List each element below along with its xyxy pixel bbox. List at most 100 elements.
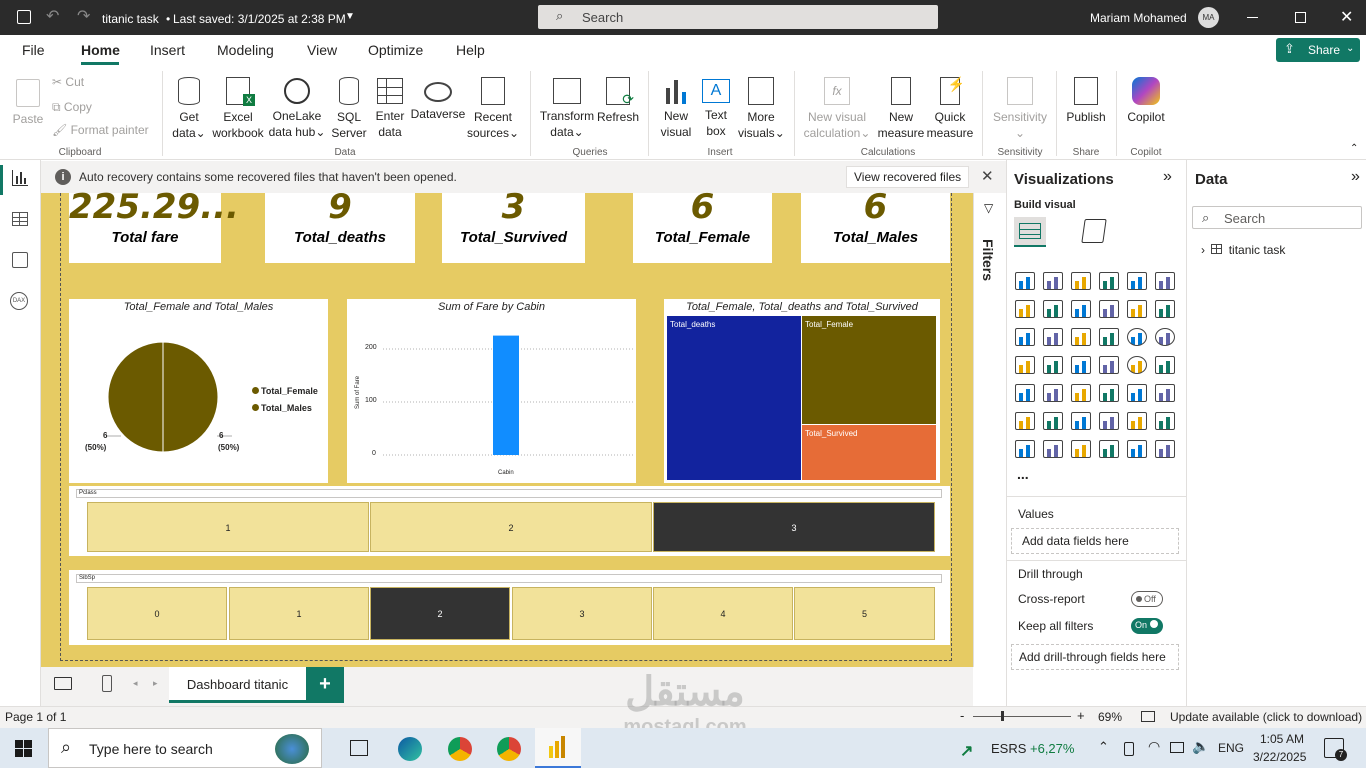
text-box-button[interactable]: A Text box xyxy=(698,73,734,139)
power-automate-visual-icon[interactable] xyxy=(1127,440,1147,458)
menu-help[interactable]: Help xyxy=(456,42,485,58)
recent-sources-button[interactable]: Recent sources⌄ xyxy=(466,73,520,141)
slicer-item-selected[interactable]: 2 xyxy=(370,587,510,640)
collapse-ribbon-icon[interactable]: ⌃ xyxy=(1350,143,1358,154)
excel-workbook-button[interactable]: X Excel workbook xyxy=(210,73,266,141)
model-view-icon[interactable] xyxy=(12,252,28,268)
sensitivity-button[interactable]: Sensitivity ⌄ xyxy=(990,73,1050,141)
get-data-button[interactable]: Get data⌄ xyxy=(170,73,208,141)
fit-to-page-icon[interactable] xyxy=(1141,711,1155,722)
zoom-out-button[interactable]: - xyxy=(960,708,964,723)
kpi-card-total-deaths[interactable]: 9 Total_deaths xyxy=(265,189,415,263)
pie-visual-icon[interactable] xyxy=(1127,328,1147,346)
clustered-column-visual-icon[interactable] xyxy=(1099,272,1119,290)
avatar[interactable]: MA xyxy=(1198,7,1219,28)
key-influencers-visual-icon[interactable] xyxy=(1043,412,1063,430)
cross-report-toggle[interactable]: Off xyxy=(1131,591,1163,607)
stock-change[interactable]: +6,27% xyxy=(1030,741,1074,756)
dax-query-view-icon[interactable]: DAX xyxy=(10,292,28,310)
cut-button[interactable]: ✂ Cut xyxy=(52,75,84,89)
collapse-pane-icon[interactable]: » xyxy=(1351,168,1360,186)
gauge-visual-icon[interactable] xyxy=(1127,356,1147,374)
treemap-visual[interactable]: Total_Female, Total_deaths and Total_Sur… xyxy=(664,299,940,483)
enter-data-button[interactable]: Enter data xyxy=(372,73,408,140)
zoom-in-button[interactable]: + xyxy=(1077,708,1085,723)
pie-slice-total-males[interactable] xyxy=(107,341,164,453)
wifi-icon[interactable]: ◠ xyxy=(1148,738,1160,755)
card-visual-icon[interactable] xyxy=(1155,356,1175,374)
treemap-tile-total-deaths[interactable]: Total_deaths xyxy=(667,316,801,480)
paginated-report-visual-icon[interactable] xyxy=(1155,412,1175,430)
more-visual-icon[interactable] xyxy=(1155,440,1175,458)
map-visual-icon[interactable] xyxy=(1043,356,1063,374)
kpi-card-total-survived[interactable]: 3 Total_Survived xyxy=(442,189,585,263)
menu-home[interactable]: Home xyxy=(81,42,120,58)
treemap-visual-icon[interactable] xyxy=(1015,356,1035,374)
clock-time[interactable]: 1:05 AM xyxy=(1260,732,1304,746)
close-icon[interactable]: ✕ xyxy=(981,167,994,185)
filters-pane-collapsed[interactable]: ▽ Filters xyxy=(973,193,1003,667)
transform-data-button[interactable]: Transform data⌄ xyxy=(538,73,596,140)
line-visual-icon[interactable] xyxy=(1015,300,1035,318)
pie-chart-visual[interactable]: Total_Female and Total_Males 6 (50%) 6 (… xyxy=(69,299,328,483)
slicer-visual-icon[interactable] xyxy=(1071,384,1091,402)
scroll-left-icon[interactable]: ◂ xyxy=(133,678,138,689)
clustered-bar-visual-icon[interactable] xyxy=(1071,272,1091,290)
refresh-button[interactable]: ⟳ Refresh xyxy=(596,73,640,125)
table-view-icon[interactable] xyxy=(12,212,28,226)
slicer-item[interactable]: 2 xyxy=(370,502,652,552)
slicer-item[interactable]: 4 xyxy=(653,587,793,640)
slicer-sibsp[interactable]: SibSp 0 1 2 3 4 5 xyxy=(69,570,950,645)
menu-insert[interactable]: Insert xyxy=(150,42,185,58)
table-item-titanic-task[interactable]: › titanic task xyxy=(1201,243,1285,257)
new-card-visual-icon[interactable] xyxy=(1043,440,1063,458)
treemap-tile-total-survived[interactable]: Total_Survived xyxy=(802,425,936,480)
task-view-icon[interactable] xyxy=(350,740,368,756)
100-stacked-area-visual-icon[interactable] xyxy=(1099,300,1119,318)
powerbi-taskbar-icon[interactable] xyxy=(535,728,581,768)
minimize-icon[interactable] xyxy=(1247,17,1258,18)
page-tab-dashboard-titanic[interactable]: Dashboard titanic xyxy=(169,667,306,703)
power-apps-visual-icon[interactable] xyxy=(1015,440,1035,458)
build-visual-tab[interactable] xyxy=(1014,217,1046,247)
donut-visual-icon[interactable] xyxy=(1155,328,1175,346)
kpi-visual-icon[interactable] xyxy=(1043,384,1063,402)
notification-icon[interactable]: 7 xyxy=(1324,738,1347,761)
new-visual-button[interactable]: New visual xyxy=(656,73,696,140)
menu-modeling[interactable]: Modeling xyxy=(217,42,274,58)
copy-button[interactable]: ⧉ Copy xyxy=(52,100,92,115)
python-visual-visual-icon[interactable] xyxy=(1015,412,1035,430)
azure-map-visual-icon[interactable] xyxy=(1099,356,1119,374)
treemap-tile-total-female[interactable]: Total_Female xyxy=(802,316,936,424)
chevron-down-icon[interactable]: ▼ xyxy=(345,11,355,22)
chrome-profile-icon[interactable] xyxy=(497,737,521,761)
multi-row-card-visual-icon[interactable] xyxy=(1015,384,1035,402)
quick-measure-button[interactable]: ⚡ Quick measure xyxy=(926,73,974,141)
line-stacked-column-visual-icon[interactable] xyxy=(1127,300,1147,318)
zoom-thumb[interactable] xyxy=(1001,711,1004,721)
waterfall-visual-icon[interactable] xyxy=(1043,328,1063,346)
ribbon-visual-icon[interactable] xyxy=(1015,328,1035,346)
language-indicator[interactable]: ENG xyxy=(1218,741,1244,755)
more-visuals-ellipsis[interactable]: ... xyxy=(1017,466,1029,482)
mobile-layout-icon[interactable] xyxy=(102,675,112,692)
add-page-button[interactable]: + xyxy=(306,667,344,703)
keep-all-filters-toggle[interactable]: On xyxy=(1131,618,1163,634)
button-slicer-visual-icon[interactable] xyxy=(1099,440,1119,458)
collapse-pane-icon[interactable]: » xyxy=(1163,168,1172,186)
zoom-slider[interactable] xyxy=(973,711,1071,721)
new-measure-button[interactable]: New measure xyxy=(876,73,926,141)
line-clustered-column-visual-icon[interactable] xyxy=(1155,300,1175,318)
paste-button[interactable]: Paste xyxy=(10,73,46,127)
smart-narrative-visual-icon[interactable] xyxy=(1127,412,1147,430)
chrome-icon[interactable] xyxy=(448,737,472,761)
user-name[interactable]: Mariam Mohamed xyxy=(1090,11,1187,25)
sql-server-button[interactable]: SQL Server xyxy=(330,73,368,141)
slicer-pclass[interactable]: Pclass 1 2 3 xyxy=(69,486,950,556)
data-search-input[interactable]: ⌕ Search xyxy=(1192,206,1362,229)
bar[interactable] xyxy=(493,335,519,455)
publish-button[interactable]: Publish xyxy=(1064,73,1108,125)
drill-through-drop-zone[interactable]: Add drill-through fields here xyxy=(1011,644,1179,670)
slicer-item[interactable]: 3 xyxy=(512,587,652,640)
stacked-area-visual-icon[interactable] xyxy=(1071,300,1091,318)
